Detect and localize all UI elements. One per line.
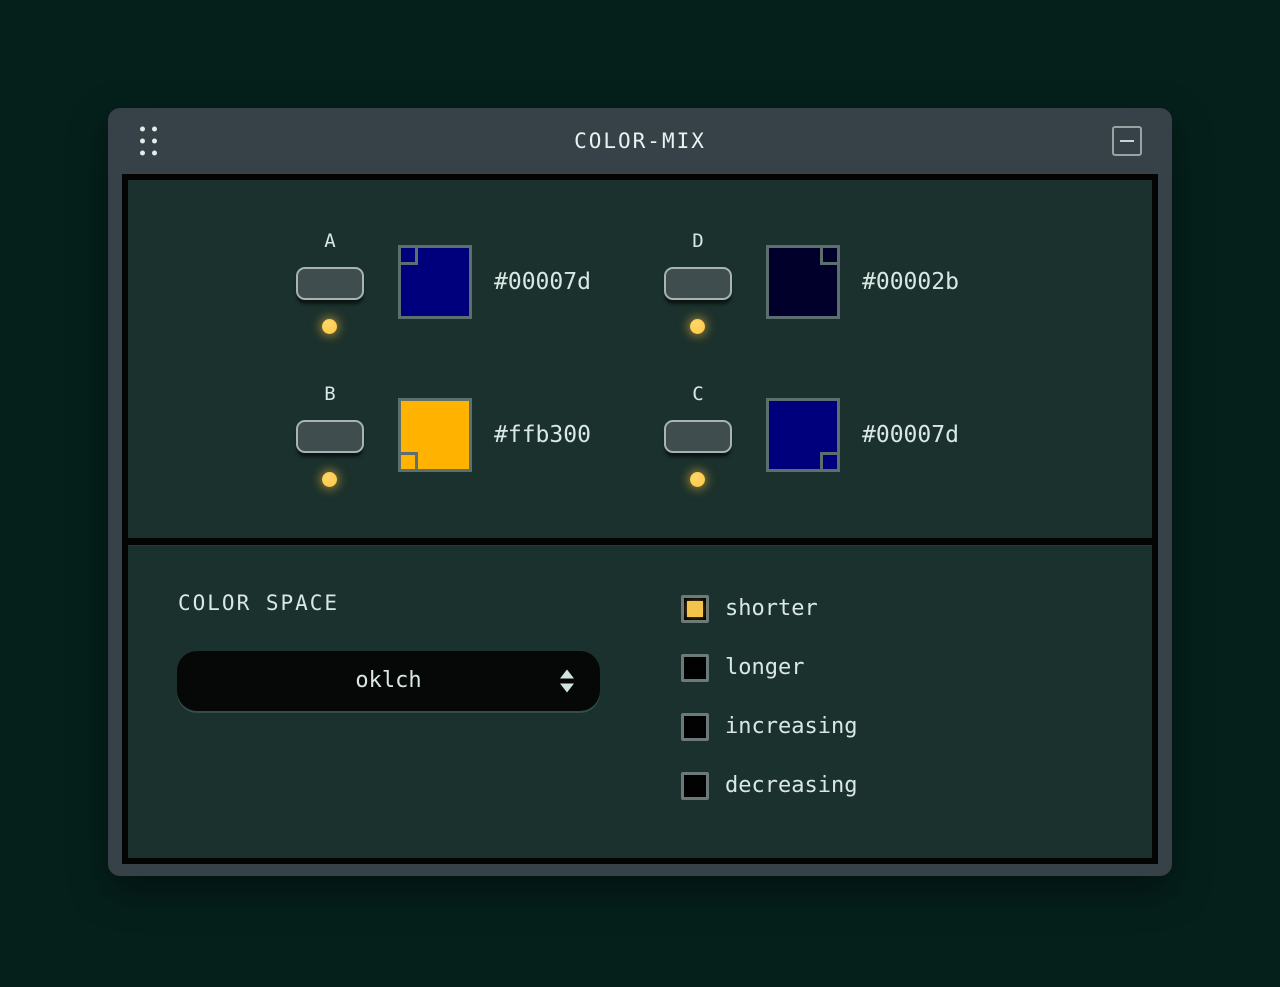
checkbox-longer[interactable]: [681, 654, 709, 682]
led-indicator-icon: [690, 472, 705, 487]
checkbox-decreasing[interactable]: [681, 772, 709, 800]
color-slot-d: D #00002b: [664, 230, 1004, 360]
slot-button[interactable]: [296, 267, 364, 300]
option-label: decreasing: [725, 772, 857, 800]
color-mix-window: COLOR-MIX A #00007d D: [108, 108, 1172, 876]
up-down-stepper-icon: [560, 670, 574, 693]
color-swatch[interactable]: [398, 398, 472, 472]
hue-interpolation-options: shorter longer increasing: [681, 595, 857, 831]
corner-notch-icon: [820, 248, 837, 265]
corner-notch-icon: [820, 452, 837, 469]
hex-value: #00007d: [862, 398, 959, 472]
option-longer[interactable]: longer: [681, 654, 857, 682]
led-indicator-icon: [322, 472, 337, 487]
option-decreasing[interactable]: decreasing: [681, 772, 857, 800]
option-label: increasing: [725, 713, 857, 741]
slot-label: C: [664, 383, 732, 405]
option-label: shorter: [725, 595, 818, 623]
checkbox-fill: [687, 719, 703, 735]
color-slot-c: C #00007d: [664, 383, 1004, 513]
desktop-background: COLOR-MIX A #00007d D: [0, 0, 1280, 987]
color-slot-b: B #ffb300: [296, 383, 636, 513]
option-label: longer: [725, 654, 804, 682]
slot-label: B: [296, 383, 364, 405]
checkbox-shorter[interactable]: [681, 595, 709, 623]
checkbox-fill: [687, 778, 703, 794]
corner-notch-icon: [401, 452, 418, 469]
arrow-down-icon: [560, 684, 574, 693]
slot-button[interactable]: [664, 420, 732, 453]
checkbox-fill: [687, 601, 703, 617]
color-slots-section: A #00007d D #00002b: [128, 180, 1152, 538]
color-swatch[interactable]: [766, 398, 840, 472]
slot-button[interactable]: [664, 267, 732, 300]
arrow-up-icon: [560, 670, 574, 679]
corner-notch-icon: [401, 248, 418, 265]
color-space-label: COLOR SPACE: [178, 591, 339, 615]
color-space-select[interactable]: oklch: [177, 651, 600, 711]
minimize-icon: [1120, 140, 1134, 142]
led-indicator-icon: [690, 319, 705, 334]
window-title: COLOR-MIX: [108, 108, 1172, 174]
slot-label: A: [296, 230, 364, 252]
option-increasing[interactable]: increasing: [681, 713, 857, 741]
option-shorter[interactable]: shorter: [681, 595, 857, 623]
color-slot-a: A #00007d: [296, 230, 636, 360]
section-divider: [128, 538, 1152, 545]
led-indicator-icon: [322, 319, 337, 334]
titlebar: COLOR-MIX: [108, 108, 1172, 174]
hex-value: #00002b: [862, 245, 959, 319]
color-space-value: oklch: [177, 651, 600, 711]
hex-value: #00007d: [494, 245, 591, 319]
checkbox-fill: [687, 660, 703, 676]
color-swatch[interactable]: [398, 245, 472, 319]
color-swatch[interactable]: [766, 245, 840, 319]
minimize-button[interactable]: [1112, 126, 1142, 156]
controls-section: COLOR SPACE oklch shorter: [128, 545, 1152, 858]
hex-value: #ffb300: [494, 398, 591, 472]
slot-button[interactable]: [296, 420, 364, 453]
window-content: A #00007d D #00002b: [122, 174, 1158, 864]
checkbox-increasing[interactable]: [681, 713, 709, 741]
slot-label: D: [664, 230, 732, 252]
